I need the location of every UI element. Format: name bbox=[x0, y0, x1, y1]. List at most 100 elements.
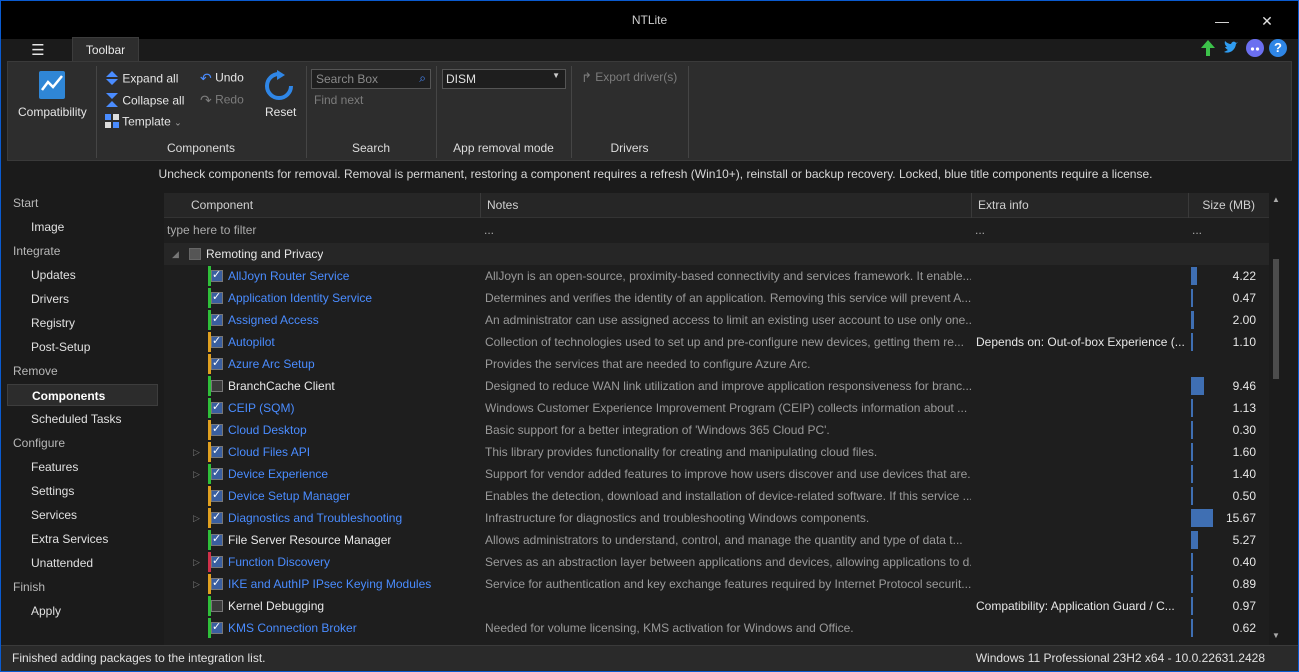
component-checkbox[interactable] bbox=[211, 312, 223, 326]
twitter-icon[interactable] bbox=[1222, 39, 1240, 57]
expand-arrow-icon[interactable]: ▷ bbox=[193, 507, 203, 529]
help-icon[interactable]: ? bbox=[1269, 39, 1287, 57]
component-checkbox[interactable] bbox=[211, 400, 223, 414]
component-checkbox[interactable] bbox=[211, 488, 223, 502]
template-button[interactable]: Template ⌄ bbox=[105, 114, 182, 131]
component-size: 1.13 bbox=[1232, 401, 1256, 415]
sidebar-item-features[interactable]: Features bbox=[7, 456, 158, 478]
table-row[interactable]: ▷ Device Experience Support for vendor add… bbox=[164, 463, 1269, 485]
tab-toolbar[interactable]: Toolbar bbox=[72, 37, 139, 62]
sidebar-item-image[interactable]: Image bbox=[7, 216, 158, 238]
table-row[interactable]: Application Identity Service Determines a… bbox=[164, 287, 1269, 309]
component-checkbox[interactable] bbox=[211, 290, 223, 304]
sidebar-item-components[interactable]: Components bbox=[7, 384, 158, 406]
component-checkbox[interactable] bbox=[211, 380, 223, 392]
table-row[interactable]: Device Setup Manager Enables the detectio… bbox=[164, 485, 1269, 507]
collapse-arrow-icon[interactable]: ◢ bbox=[172, 243, 182, 265]
search-icon[interactable]: ⌕ bbox=[419, 71, 426, 86]
table-row[interactable]: BranchCache Client Designed to reduce WAN… bbox=[164, 375, 1269, 397]
component-checkbox[interactable] bbox=[211, 422, 223, 436]
table-row[interactable]: Cloud Desktop Basic support for a better … bbox=[164, 419, 1269, 441]
component-checkbox[interactable] bbox=[211, 532, 223, 546]
scroll-up-icon[interactable]: ▲ bbox=[1272, 195, 1280, 204]
group-row[interactable]: ◢ Remoting and Privacy bbox=[164, 243, 1269, 265]
sidebar-item-apply[interactable]: Apply bbox=[7, 600, 158, 622]
table-row[interactable]: KMS Connection Broker Needed for volume l… bbox=[164, 617, 1269, 639]
component-filter-input[interactable]: type here to filter bbox=[167, 219, 256, 241]
component-checkbox[interactable] bbox=[211, 334, 223, 348]
component-checkbox[interactable] bbox=[211, 620, 223, 634]
component-notes: Designed to reduce WAN link utilization … bbox=[485, 379, 971, 393]
component-extra-info bbox=[976, 419, 1188, 441]
sidebar-item-updates[interactable]: Updates bbox=[7, 264, 158, 286]
table-row[interactable]: ▷ Function Discovery Serves as an abstract… bbox=[164, 551, 1269, 573]
export-drivers-button[interactable]: ↱ Export driver(s) bbox=[581, 70, 677, 86]
column-header-notes[interactable]: Notes bbox=[481, 193, 972, 218]
sidebar-item-scheduled-tasks[interactable]: Scheduled Tasks bbox=[7, 408, 158, 430]
sidebar-item-extra-services[interactable]: Extra Services bbox=[7, 528, 158, 550]
expand-all-button[interactable]: Expand all bbox=[105, 70, 178, 89]
group-checkbox[interactable] bbox=[189, 248, 201, 260]
collapse-all-button[interactable]: Collapse all bbox=[105, 92, 184, 111]
component-checkbox[interactable] bbox=[211, 466, 223, 480]
component-extra-info bbox=[976, 617, 1188, 639]
component-checkbox[interactable] bbox=[211, 554, 223, 568]
column-header-size[interactable]: Size (MB) bbox=[1189, 193, 1269, 218]
component-checkbox[interactable] bbox=[211, 576, 223, 590]
hamburger-menu-icon[interactable]: ☰ bbox=[25, 41, 51, 59]
size-filter-input[interactable]: ... bbox=[1192, 219, 1202, 241]
expand-arrow-icon[interactable]: ▷ bbox=[193, 463, 203, 485]
undo-button[interactable]: ↶ Undo bbox=[200, 70, 244, 87]
column-header-extra-info[interactable]: Extra info bbox=[972, 193, 1189, 218]
update-arrow-icon[interactable] bbox=[1199, 39, 1217, 57]
table-row[interactable]: Azure Arc Setup Provides the services tha… bbox=[164, 353, 1269, 375]
maximize-button[interactable] bbox=[1206, 9, 1236, 33]
expand-arrow-icon[interactable]: ▷ bbox=[193, 441, 203, 463]
sidebar-item-registry[interactable]: Registry bbox=[7, 312, 158, 334]
sidebar-item-services[interactable]: Services bbox=[7, 504, 158, 526]
table-row[interactable]: File Server Resource Manager Allows admin… bbox=[164, 529, 1269, 551]
table-row[interactable]: CEIP (SQM) Windows Customer Experience Im… bbox=[164, 397, 1269, 419]
expand-icon bbox=[105, 70, 119, 89]
component-notes: Windows Customer Experience Improvement … bbox=[485, 401, 968, 415]
info-banner: Uncheck components for removal. Removal … bbox=[158, 167, 1153, 181]
search-input[interactable]: Search Box ⌕ bbox=[311, 69, 431, 89]
status-bar: Finished adding packages to the integrat… bbox=[1, 645, 1298, 671]
expand-arrow-icon[interactable]: ▷ bbox=[193, 573, 203, 595]
component-checkbox[interactable] bbox=[211, 444, 223, 458]
scroll-thumb[interactable] bbox=[1273, 259, 1279, 379]
sidebar-item-unattended[interactable]: Unattended bbox=[7, 552, 158, 574]
notes-filter-input[interactable]: ... bbox=[484, 219, 494, 241]
table-row[interactable]: Assigned Access An administrator can use … bbox=[164, 309, 1269, 331]
app-removal-mode-select[interactable]: DISM ▼ bbox=[442, 69, 566, 89]
sidebar-item-drivers[interactable]: Drivers bbox=[7, 288, 158, 310]
table-row[interactable]: AllJoyn Router Service AllJoyn is an open… bbox=[164, 265, 1269, 287]
table-row[interactable]: ▷ Diagnostics and Troubleshooting Infrastr… bbox=[164, 507, 1269, 529]
component-checkbox[interactable] bbox=[211, 510, 223, 524]
table-row[interactable]: ▷ IKE and AuthIP IPsec Keying Modules Serv… bbox=[164, 573, 1269, 595]
column-header-component[interactable]: Component bbox=[164, 193, 481, 218]
vertical-scrollbar[interactable]: ▲ ▼ bbox=[1269, 193, 1283, 645]
scroll-down-icon[interactable]: ▼ bbox=[1272, 631, 1280, 640]
compatibility-button[interactable]: Compatibility bbox=[18, 105, 87, 119]
extra-filter-input[interactable]: ... bbox=[975, 219, 985, 241]
component-notes: Provides the services that are needed to… bbox=[485, 357, 811, 371]
sidebar-item-settings[interactable]: Settings bbox=[7, 480, 158, 502]
component-size: 1.40 bbox=[1232, 467, 1256, 481]
table-row[interactable]: Autopilot Collection of technologies used… bbox=[164, 331, 1269, 353]
component-size: 0.30 bbox=[1232, 423, 1256, 437]
component-checkbox[interactable] bbox=[211, 268, 223, 282]
table-row[interactable]: Kernel Debugging Compatibility: Applicati… bbox=[164, 595, 1269, 617]
sidebar-item-post-setup[interactable]: Post-Setup bbox=[7, 336, 158, 358]
expand-arrow-icon[interactable]: ▷ bbox=[193, 551, 203, 573]
component-checkbox[interactable] bbox=[211, 600, 223, 612]
close-button[interactable]: ✕ bbox=[1253, 9, 1281, 33]
component-size: 5.27 bbox=[1232, 533, 1256, 547]
redo-button[interactable]: ↷ Redo bbox=[200, 92, 244, 109]
find-next-button[interactable]: Find next bbox=[314, 93, 363, 107]
component-checkbox[interactable] bbox=[211, 356, 223, 370]
sidebar-section-integrate: Integrate bbox=[13, 244, 61, 258]
table-row[interactable]: ▷ Cloud Files API This library provides fu… bbox=[164, 441, 1269, 463]
reset-button[interactable]: Reset bbox=[265, 105, 296, 119]
discord-icon[interactable] bbox=[1246, 39, 1264, 57]
